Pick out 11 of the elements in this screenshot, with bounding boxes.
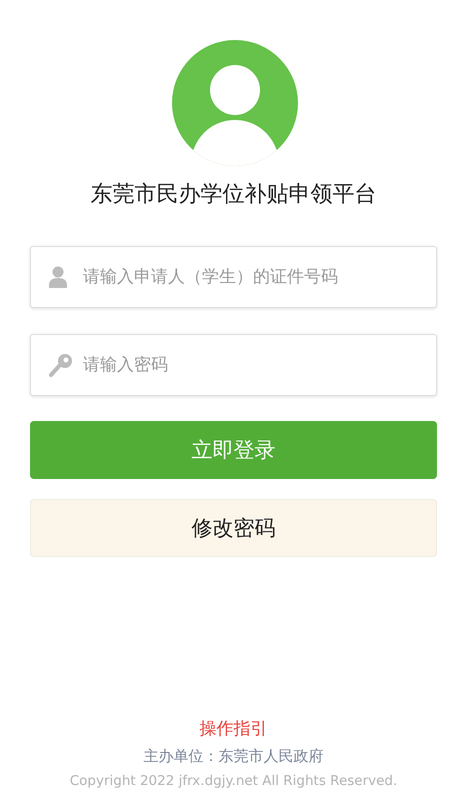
guide-link[interactable]: 操作指引 (200, 717, 268, 740)
user-icon (48, 266, 68, 288)
avatar-icon (172, 40, 298, 166)
copyright-text: Copyright 2022 jfrx.dgjy.net All Rights Reserved. (70, 773, 398, 789)
login-button[interactable]: 立即登录 (30, 421, 437, 479)
organizer-text: 主办单位：东莞市人民政府 (144, 747, 324, 766)
change-password-button[interactable]: 修改密码 (30, 499, 437, 557)
password-field[interactable]: 请输入密码 (30, 334, 437, 396)
id-number-field[interactable]: 请输入申请人（学生）的证件号码 (30, 246, 437, 308)
app-title: 东莞市民办学位补贴申领平台 (90, 181, 378, 209)
key-icon (48, 352, 74, 378)
